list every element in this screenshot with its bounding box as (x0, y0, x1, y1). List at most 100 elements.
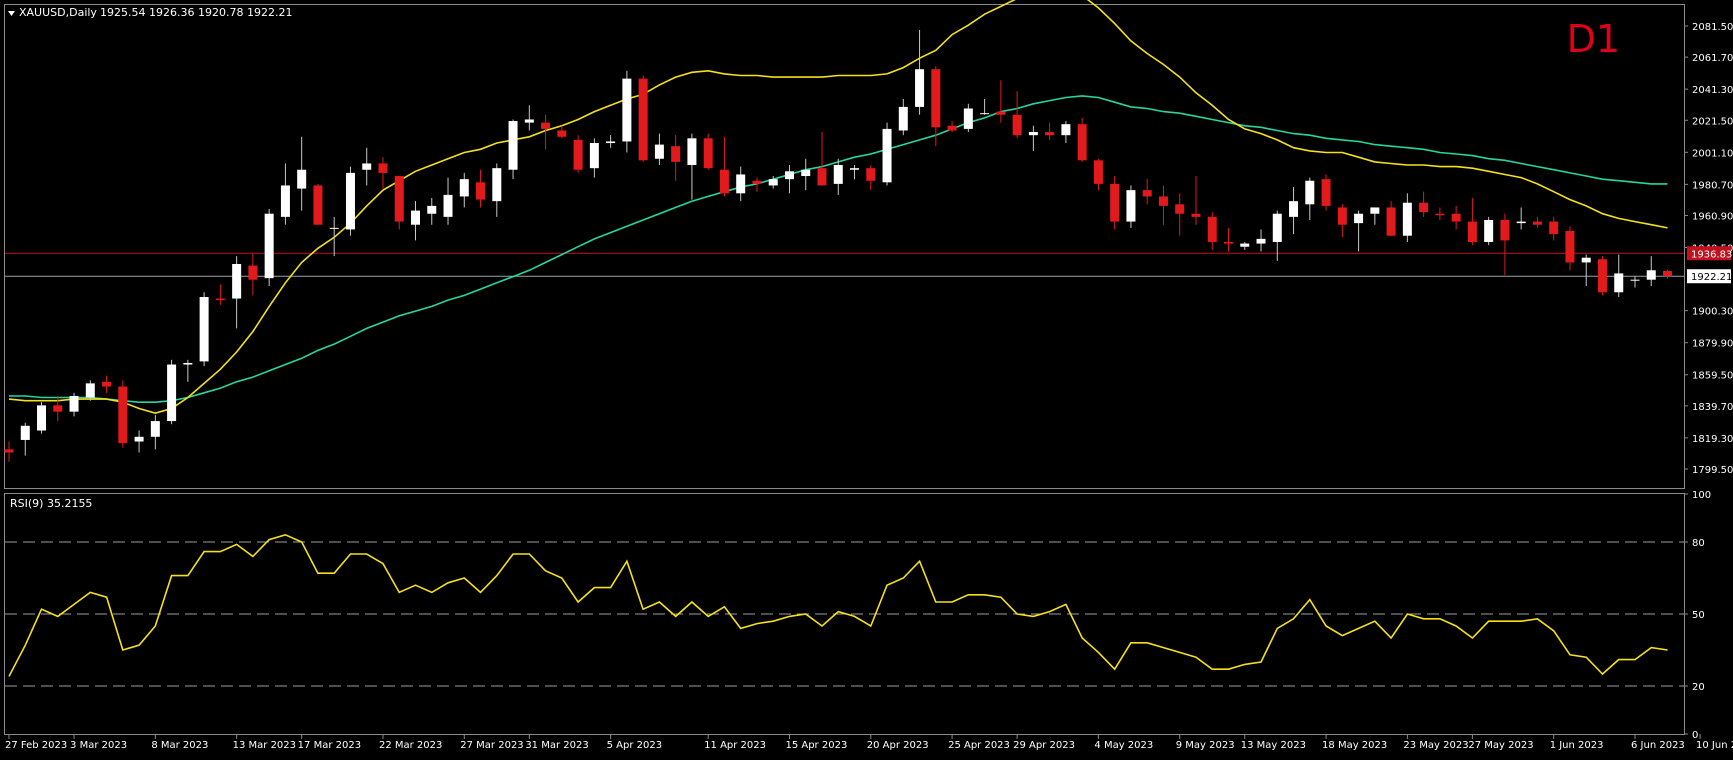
candle-body[interactable] (768, 179, 778, 186)
candle-body[interactable] (1630, 279, 1640, 281)
candle-body[interactable] (833, 165, 843, 184)
candle-body[interactable] (1565, 231, 1575, 263)
candle-body[interactable] (524, 119, 534, 123)
candle-body[interactable] (703, 138, 713, 169)
candle-body[interactable] (118, 386, 128, 444)
candle-body[interactable] (459, 179, 469, 197)
candle[interactable] (573, 135, 583, 173)
candle-body[interactable] (362, 163, 372, 170)
candle-body[interactable] (492, 168, 502, 202)
candle-body[interactable] (1028, 132, 1038, 136)
candle[interactable] (622, 70, 632, 153)
candle-body[interactable] (1272, 213, 1282, 243)
candle-body[interactable] (784, 171, 794, 180)
candle-body[interactable] (541, 122, 551, 129)
candle-body[interactable] (1386, 207, 1396, 236)
candle-body[interactable] (866, 168, 876, 181)
candle-body[interactable] (37, 405, 47, 431)
candle-body[interactable] (508, 121, 518, 170)
chart-window[interactable]: 2081.50 2061.70 2041.30 2021.50 2001.10 1980.… (0, 0, 1733, 756)
candle-body[interactable] (1402, 202, 1412, 236)
candle-body[interactable] (4, 449, 14, 453)
candle-body[interactable] (53, 405, 63, 412)
candle[interactable] (37, 402, 47, 434)
candle-body[interactable] (915, 69, 925, 107)
candle-body[interactable] (801, 169, 811, 177)
candle-body[interactable] (654, 144, 664, 159)
candle-body[interactable] (215, 298, 225, 301)
candle-body[interactable] (1191, 213, 1201, 217)
candle-body[interactable] (736, 174, 746, 194)
candle-body[interactable] (1500, 220, 1510, 241)
candle-body[interactable] (980, 113, 990, 115)
candle[interactable] (1597, 256, 1607, 296)
candle-body[interactable] (411, 210, 420, 225)
candle[interactable] (882, 122, 892, 186)
candle-body[interactable] (752, 180, 762, 184)
candle-body[interactable] (1532, 221, 1542, 225)
candle-body[interactable] (882, 128, 892, 183)
candle-body[interactable] (1549, 221, 1559, 235)
candle-body[interactable] (329, 227, 339, 229)
candle-body[interactable] (1012, 114, 1022, 136)
candle[interactable] (264, 209, 274, 286)
candle[interactable] (345, 166, 355, 236)
candle-body[interactable] (134, 436, 144, 442)
candle-body[interactable] (1142, 190, 1152, 197)
candle-body[interactable] (183, 362, 193, 365)
candle-body[interactable] (313, 185, 323, 225)
candle-body[interactable] (817, 168, 827, 186)
candle-body[interactable] (102, 381, 112, 387)
candle-body[interactable] (573, 139, 583, 170)
candle-body[interactable] (1061, 124, 1071, 136)
candle[interactable] (1484, 216, 1494, 246)
candle-body[interactable] (199, 296, 209, 362)
candle[interactable] (118, 380, 128, 448)
candle-body[interactable] (931, 69, 941, 128)
candle-body[interactable] (1614, 273, 1624, 293)
candle-body[interactable] (1646, 270, 1656, 280)
candle-body[interactable] (719, 169, 729, 194)
candle-body[interactable] (996, 111, 1006, 115)
candle-body[interactable] (638, 78, 648, 161)
candle-body[interactable] (264, 213, 274, 279)
candle-body[interactable] (1077, 124, 1087, 161)
candle-body[interactable] (1126, 190, 1136, 222)
candle-body[interactable] (150, 421, 160, 437)
candle[interactable] (638, 75, 648, 162)
candle[interactable] (1126, 185, 1136, 228)
candle-body[interactable] (898, 106, 908, 131)
candle-body[interactable] (1484, 220, 1494, 243)
candle-body[interactable] (850, 168, 860, 170)
candle-body[interactable] (280, 185, 290, 217)
candle-body[interactable] (589, 143, 599, 169)
candle[interactable] (1077, 117, 1087, 162)
candle-body[interactable] (1240, 243, 1250, 247)
candle[interactable] (1110, 176, 1120, 230)
candle-body[interactable] (345, 172, 355, 230)
candle-body[interactable] (1337, 207, 1347, 225)
candle-body[interactable] (1516, 221, 1526, 224)
candle-body[interactable] (1093, 160, 1103, 184)
candle-body[interactable] (671, 146, 681, 162)
candle-body[interactable] (427, 205, 437, 214)
candle-body[interactable] (1581, 257, 1591, 263)
candle-body[interactable] (1321, 179, 1331, 206)
candle-body[interactable] (1370, 207, 1380, 214)
candle-body[interactable] (1110, 183, 1120, 222)
candle-body[interactable] (394, 176, 404, 222)
candle-body[interactable] (1256, 238, 1266, 244)
candle-body[interactable] (1158, 196, 1168, 206)
candle-body[interactable] (248, 265, 258, 280)
candle[interactable] (394, 176, 404, 230)
candle-body[interactable] (378, 163, 388, 173)
candle-body[interactable] (1175, 204, 1185, 214)
candle-body[interactable] (1045, 132, 1055, 136)
candle[interactable] (313, 183, 323, 225)
candle-body[interactable] (1224, 242, 1233, 244)
candle[interactable] (703, 133, 713, 170)
candle-body[interactable] (167, 364, 177, 422)
candle-body[interactable] (947, 125, 957, 131)
candle-body[interactable] (1597, 259, 1607, 293)
candle-body[interactable] (69, 395, 79, 412)
